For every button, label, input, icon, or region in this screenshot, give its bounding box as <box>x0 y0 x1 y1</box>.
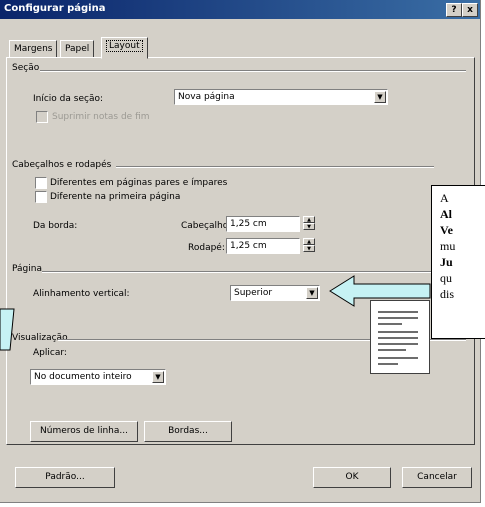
arrow-right-annotation <box>329 275 431 307</box>
annotation-callout: A Al Ve mu Ju qu dis <box>431 185 485 339</box>
callout-line-2: Al <box>440 207 452 221</box>
callout-line-1: A <box>440 191 449 205</box>
tab-layout[interactable]: Layout <box>101 37 148 59</box>
arrow-left-annotation <box>0 308 15 351</box>
callout-line-3: Ve <box>440 223 453 237</box>
tab-layout-label: Layout <box>106 40 143 52</box>
callout-line-6: qu <box>440 271 452 285</box>
callout-line-7: dis <box>440 287 455 301</box>
callout-line-5: Ju <box>440 255 453 269</box>
callout-line-4: mu <box>440 239 456 253</box>
annotation-overlay <box>0 275 431 351</box>
